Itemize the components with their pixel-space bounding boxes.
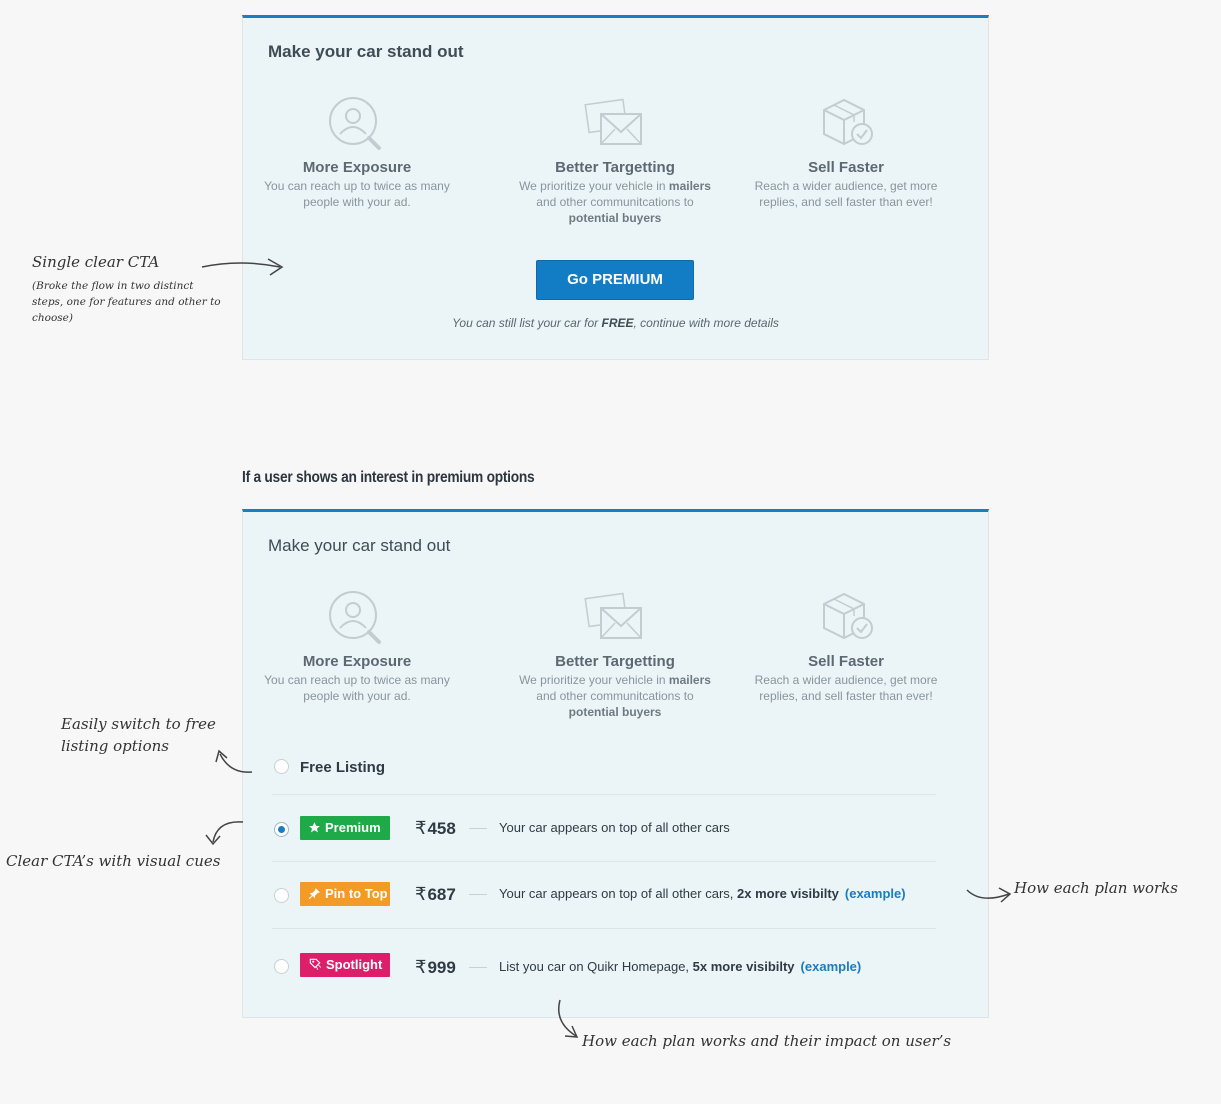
features-panel-bottom: Make your car stand out More Exposure Yo… [242, 509, 989, 1018]
divider [272, 794, 936, 795]
feature-sell-faster: Sell Faster Reach a wider audience, get … [746, 590, 946, 704]
annotation-cta-title: Single clear CTA [32, 253, 160, 271]
spotlight-price: ₹999 [415, 957, 456, 977]
pin-to-top-desc: Your car appears on top of all other car… [499, 886, 906, 901]
feature-desc: Reach a wider audience, get more replies… [754, 673, 938, 703]
panel-title: Make your car stand out [268, 536, 451, 555]
feature-desc: We prioritize your vehicle in mailers an… [519, 179, 711, 225]
feature-title: Better Targetting [555, 159, 675, 176]
annotation-cta-sub: (Broke the flow in two distinct steps, o… [32, 280, 221, 324]
free-listing-label[interactable]: Free Listing [300, 759, 385, 776]
arrow-icon [215, 749, 253, 773]
premium-price: ₹458 [415, 818, 456, 838]
box-check-icon [823, 592, 873, 640]
feature-title: Sell Faster [808, 653, 884, 670]
feature-desc: We prioritize your vehicle in mailers an… [519, 673, 711, 719]
premium-badge[interactable]: Premium [300, 816, 390, 840]
spotlight-icon [309, 958, 322, 971]
dash [469, 894, 487, 895]
premium-desc: Your car appears on top of all other car… [499, 820, 730, 835]
dash [469, 828, 487, 829]
annotation-plan-works: How each plan works [1014, 879, 1178, 897]
pin-to-top-price: ₹687 [415, 884, 456, 904]
spotlight-desc: List you car on Quikr Homepage, 5x more … [499, 959, 862, 974]
pin-to-top-radio[interactable] [274, 888, 289, 903]
envelope-icon [584, 98, 642, 145]
feature-title: Sell Faster [808, 159, 884, 176]
arrow-icon [201, 258, 284, 276]
pin-icon [308, 888, 320, 900]
spotlight-badge[interactable]: Spotlight [300, 953, 390, 977]
star-icon [309, 822, 320, 833]
annotation-visual-cues: Clear CTA’s with visual cues [6, 852, 221, 870]
dash [469, 967, 487, 968]
feature-more-exposure: More Exposure You can reach up to twice … [257, 590, 457, 704]
feature-title: Better Targetting [555, 653, 675, 670]
panel-title: Make your car stand out [268, 42, 464, 61]
feature-desc: You can reach up to twice as many people… [264, 673, 450, 703]
premium-radio[interactable] [274, 822, 289, 837]
feature-more-exposure: More Exposure You can reach up to twice … [257, 96, 457, 210]
annotation-switch-free: Easily switch to free listing options [61, 715, 216, 755]
annotation-impact: How each plan works and their impact on … [582, 1032, 952, 1050]
feature-better-targetting: Better Targetting We prioritize your veh… [515, 590, 715, 720]
example-link[interactable]: (example) [845, 886, 906, 901]
magnifier-user-icon [329, 97, 381, 150]
free-listing-note[interactable]: You can still list your car for FREE, co… [243, 316, 988, 330]
feature-sell-faster: Sell Faster Reach a wider audience, get … [746, 96, 946, 210]
magnifier-user-icon [329, 591, 381, 644]
envelope-icon [584, 592, 642, 639]
box-check-icon [823, 98, 873, 146]
feature-better-targetting: Better Targetting We prioritize your veh… [515, 96, 715, 226]
free-listing-radio[interactable] [274, 759, 289, 774]
example-link[interactable]: (example) [801, 959, 862, 974]
divider [272, 861, 936, 862]
go-premium-button[interactable]: Go PREMIUM [536, 260, 694, 300]
divider [272, 928, 936, 929]
arrow-icon [205, 821, 244, 846]
arrow-icon [558, 999, 579, 1038]
feature-desc: You can reach up to twice as many people… [264, 179, 450, 209]
feature-desc: Reach a wider audience, get more replies… [754, 179, 938, 209]
spotlight-radio[interactable] [274, 959, 289, 974]
feature-title: More Exposure [302, 653, 412, 670]
features-panel-top: Make your car stand out More Exposure Yo… [242, 15, 989, 360]
pin-to-top-badge[interactable]: Pin to Top [300, 882, 390, 906]
feature-title: More Exposure [302, 159, 412, 176]
section-heading: If a user shows an interest in premium o… [242, 469, 535, 486]
arrow-icon [966, 887, 1012, 903]
